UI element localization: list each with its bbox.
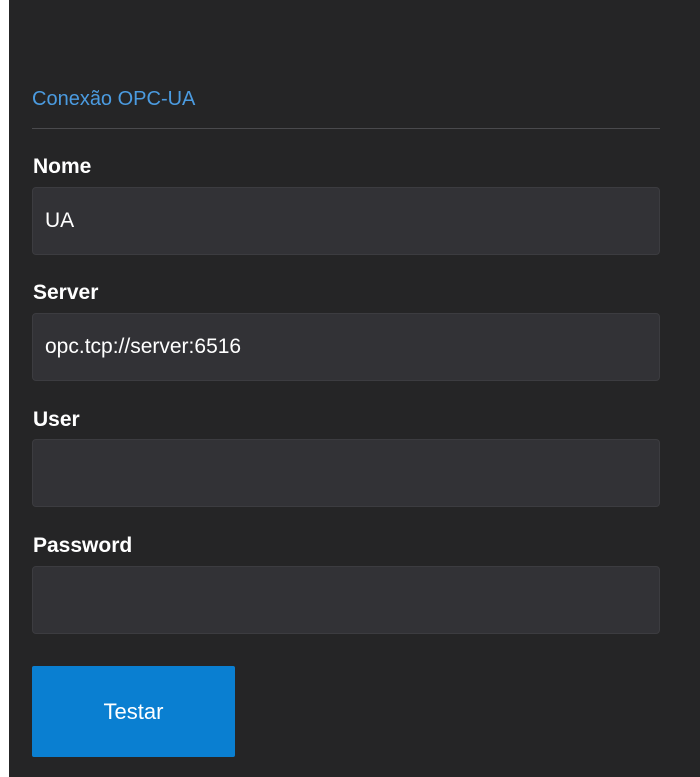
- name-input[interactable]: [32, 187, 660, 255]
- user-label: User: [33, 408, 80, 431]
- server-input[interactable]: [32, 313, 660, 381]
- password-label: Password: [33, 534, 133, 557]
- section-title: Conexão OPC-UA: [32, 88, 196, 110]
- user-input[interactable]: [32, 439, 660, 507]
- password-input[interactable]: [32, 566, 660, 634]
- test-button[interactable]: Testar: [32, 666, 235, 757]
- opcua-connection-panel: Conexão OPC-UA Nome Server User Password…: [9, 0, 700, 777]
- server-label: Server: [33, 281, 99, 304]
- name-label: Nome: [33, 155, 92, 178]
- section-divider: [32, 128, 660, 129]
